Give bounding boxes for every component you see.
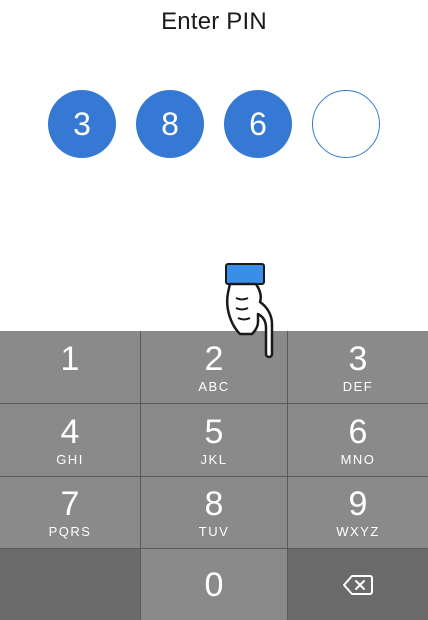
key-letters: PQRS [48, 524, 92, 539]
pin-indicator: 3 8 6 [0, 90, 428, 158]
key-letters: DEF [342, 378, 374, 394]
key-letters: JKL [200, 451, 228, 467]
key-0[interactable]: 0 [141, 549, 287, 620]
pin-digit-4 [312, 90, 380, 158]
key-digit: 0 [204, 565, 224, 604]
key-letters: GHI [56, 451, 84, 467]
key-digit: 8 [204, 485, 224, 523]
pin-digit-2: 8 [136, 90, 204, 158]
key-digit: 4 [60, 412, 80, 451]
key-letters: TUV [198, 524, 230, 539]
key-digit: 1 [60, 339, 80, 378]
empty-key [0, 549, 140, 620]
key-9[interactable]: 9 WXYZ [288, 477, 428, 548]
backspace-icon [343, 574, 373, 595]
pin-digit-1: 3 [48, 90, 116, 158]
key-8[interactable]: 8 TUV [141, 477, 287, 548]
key-digit: 5 [204, 412, 224, 451]
key-digit: 7 [60, 485, 80, 523]
key-digit: 9 [348, 485, 368, 523]
key-1[interactable]: 1 [0, 331, 140, 403]
key-5[interactable]: 5 JKL [141, 404, 287, 476]
delete-button[interactable] [288, 549, 428, 620]
key-letters: MNO [340, 451, 376, 467]
page-title: Enter PIN [161, 8, 267, 35]
pin-digit-3: 6 [224, 90, 292, 158]
key-4[interactable]: 4 GHI [0, 404, 140, 476]
hand-pointer-icon [225, 263, 274, 359]
key-digit: 6 [348, 412, 368, 451]
key-6[interactable]: 6 MNO [288, 404, 428, 476]
key-7[interactable]: 7 PQRS [0, 477, 140, 548]
key-3[interactable]: 3 DEF [288, 331, 428, 403]
key-letters: ABC [198, 378, 230, 394]
key-digit: 3 [348, 339, 368, 378]
key-digit: 2 [204, 339, 224, 378]
key-letters: WXYZ [336, 524, 380, 539]
numeric-keypad: 1 2 ABC 3 DEF 4 GHI 5 JKL 6 MNO 7 PQRS 8… [0, 331, 428, 620]
